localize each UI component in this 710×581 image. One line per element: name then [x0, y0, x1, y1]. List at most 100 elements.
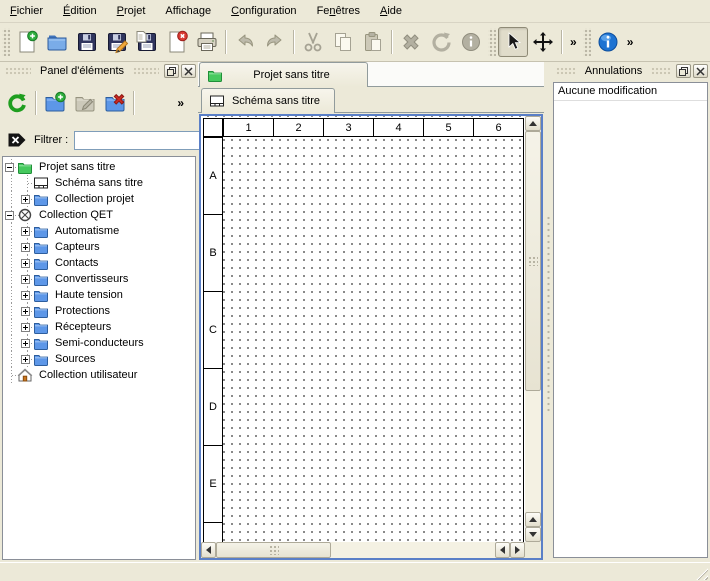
tree-item-haute-tension[interactable]: Haute tension: [3, 287, 195, 303]
toolbar-handle[interactable]: [488, 28, 496, 56]
menu-fenetres[interactable]: Fenêtres: [307, 2, 370, 20]
tab-schema-sans-titre[interactable]: Schéma sans titre: [201, 88, 335, 113]
diagram-canvas[interactable]: 123456ABCDE: [201, 116, 525, 542]
menu-fichier[interactable]: Fichier: [0, 2, 53, 20]
menu-bar: FichierÉditionProjetAffichageConfigurati…: [0, 0, 710, 23]
expand-icon[interactable]: [21, 291, 30, 300]
expand-icon[interactable]: [21, 243, 30, 252]
arrow-up-icon: [529, 517, 537, 522]
save-all-button[interactable]: [132, 27, 162, 57]
toolbar-handle[interactable]: [583, 28, 591, 56]
schema-sheet-icon: [209, 93, 225, 109]
expand-icon[interactable]: [21, 195, 30, 204]
reload-collections-button[interactable]: [2, 88, 32, 118]
toolbar-handle[interactable]: [2, 28, 10, 56]
delete-button: [396, 27, 426, 57]
panel-float-button[interactable]: [164, 64, 179, 78]
vertical-scrollbar-track[interactable]: [525, 391, 541, 512]
tree-item-collection-utilisateur[interactable]: Collection utilisateur: [3, 367, 195, 383]
menu-edition[interactable]: Édition: [53, 2, 107, 20]
tab-project-sans-titre[interactable]: Projet sans titre: [199, 62, 368, 87]
cut-button: [298, 27, 328, 57]
filter-clear-icon: [6, 130, 28, 150]
save-button[interactable]: [72, 27, 102, 57]
new-category-button[interactable]: [40, 88, 70, 118]
print-button[interactable]: [192, 27, 222, 57]
elements-panel-toolbar: »: [2, 84, 196, 122]
project-folder-icon: [207, 67, 223, 83]
horizontal-scrollbar-thumb[interactable]: [216, 542, 331, 558]
horizontal-scrollbar[interactable]: [201, 542, 525, 558]
clear-filter-button[interactable]: [6, 129, 28, 151]
save-as-button[interactable]: [102, 27, 132, 57]
horizontal-scrollbar-track[interactable]: [331, 542, 495, 558]
selection-mode-button[interactable]: [498, 27, 528, 57]
tree-item-convertisseurs[interactable]: Convertisseurs: [3, 271, 195, 287]
delete-category-button[interactable]: [100, 88, 130, 118]
tree-item-protections[interactable]: Protections: [3, 303, 195, 319]
expand-icon[interactable]: [21, 259, 30, 268]
tree-item-collection-projet[interactable]: Collection projet: [3, 191, 195, 207]
row-header-e: E: [203, 445, 223, 523]
scroll-left-button[interactable]: [201, 542, 216, 558]
expand-icon[interactable]: [21, 275, 30, 284]
tree-item-sources[interactable]: Sources: [3, 351, 195, 367]
dock-splitter[interactable]: [544, 62, 553, 560]
new-document-button[interactable]: [12, 27, 42, 57]
folder-delete-icon: [103, 91, 127, 115]
elements-panel-titlebar[interactable]: Panel d'éléments: [2, 62, 196, 80]
expand-icon[interactable]: [21, 323, 30, 332]
tree-item-schema-sans-titre[interactable]: Schéma sans titre: [3, 175, 195, 191]
scroll-up-button[interactable]: [525, 116, 541, 131]
tree-item-projet-sans-titre[interactable]: Projet sans titre: [3, 159, 195, 175]
resize-grip[interactable]: [695, 567, 708, 580]
visualisation-mode-button[interactable]: [528, 27, 558, 57]
about-info-button[interactable]: [593, 27, 623, 57]
home-icon: [17, 367, 33, 383]
scroll-right-button[interactable]: [510, 542, 525, 558]
scroll-left-button-2[interactable]: [495, 542, 510, 558]
column-header-3: 3: [323, 118, 374, 137]
tree-item-collection-qet[interactable]: Collection QET: [3, 207, 195, 223]
expand-icon[interactable]: [21, 227, 30, 236]
tree-item-automatisme[interactable]: Automatisme: [3, 223, 195, 239]
rotate-icon: [429, 30, 453, 54]
scroll-down-button[interactable]: [525, 527, 541, 542]
vertical-scrollbar[interactable]: [525, 116, 541, 542]
menu-aide[interactable]: Aide: [370, 2, 412, 20]
expand-icon[interactable]: [21, 307, 30, 316]
expand-icon[interactable]: [21, 355, 30, 364]
tree-item-label: Schéma sans titre: [53, 177, 145, 189]
project-tab-label: Projet sans titre: [200, 69, 367, 81]
scroll-up-button-2[interactable]: [525, 512, 541, 527]
panel-close-button[interactable]: [181, 64, 196, 78]
vertical-scrollbar-thumb[interactable]: [525, 131, 541, 391]
info-toolbar-overflow[interactable]: »: [623, 35, 638, 49]
tree-item-contacts[interactable]: Contacts: [3, 255, 195, 271]
open-button[interactable]: [42, 27, 72, 57]
undo-dock-close-button[interactable]: [693, 64, 708, 78]
menu-configuration[interactable]: Configuration: [221, 2, 306, 20]
tree-item-semiconducteurs[interactable]: Semi-conducteurs: [3, 335, 195, 351]
project-area: Projet sans titre Schéma sans titre 1234…: [198, 62, 544, 562]
column-header-2: 2: [273, 118, 324, 137]
close-file-button[interactable]: [162, 27, 192, 57]
delete-cross-icon: [399, 30, 423, 54]
tree-item-recepteurs[interactable]: Récepteurs: [3, 319, 195, 335]
tree-item-capteurs[interactable]: Capteurs: [3, 239, 195, 255]
diagram-view[interactable]: 123456ABCDE: [199, 114, 543, 560]
paste-button: [358, 27, 388, 57]
expand-icon[interactable]: [21, 339, 30, 348]
reload-icon: [5, 91, 29, 115]
modes-toolbar-overflow[interactable]: »: [566, 35, 581, 49]
undo-list-item[interactable]: Aucune modification: [554, 83, 707, 101]
collapse-icon[interactable]: [5, 211, 14, 220]
panel-toolbar-overflow[interactable]: »: [173, 96, 188, 110]
undo-dock: Annulations Aucune modification: [553, 62, 708, 560]
menu-affichage[interactable]: Affichage: [155, 2, 221, 20]
undo-dock-titlebar[interactable]: Annulations: [553, 62, 708, 80]
collapse-icon[interactable]: [5, 163, 14, 172]
row-header-d: D: [203, 368, 223, 446]
menu-projet[interactable]: Projet: [107, 2, 156, 20]
undo-dock-float-button[interactable]: [676, 64, 691, 78]
